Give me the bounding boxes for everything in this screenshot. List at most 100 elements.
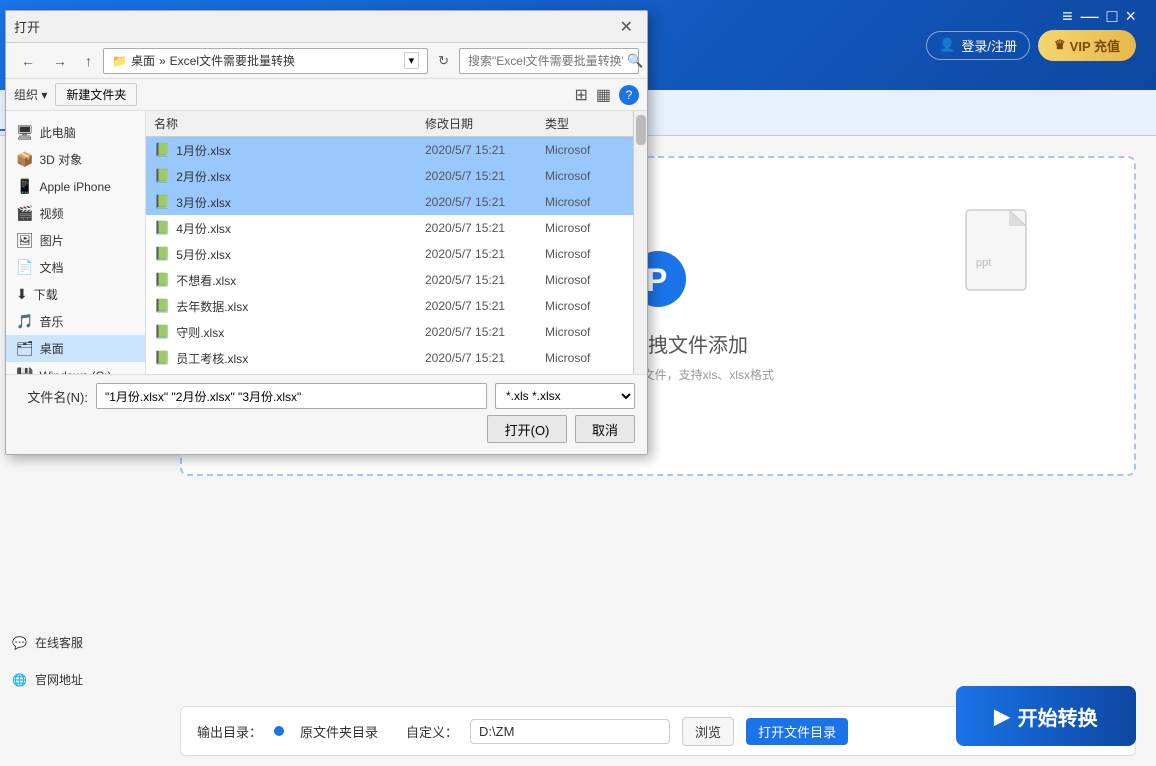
organize-label: 组织 ▾ — [14, 86, 47, 103]
sidebar-item-3d[interactable]: 📦 3D 对象 — [6, 146, 145, 173]
file-item-1[interactable]: 📗 2月份.xlsx 2020/5/7 15:21 Microsof — [146, 163, 633, 189]
video-icon: 🎬 — [16, 205, 33, 222]
path-current: Excel文件需要批量转换 — [170, 52, 295, 69]
start-btn-label: 开始转换 — [1018, 702, 1098, 731]
window-controls: ≡ — □ × — [1062, 6, 1136, 27]
help-button[interactable]: ? — [619, 85, 639, 105]
file-type-cell: Microsof — [545, 325, 625, 339]
file-date-cell: 2020/5/7 15:21 — [425, 299, 545, 313]
dialog-open-button[interactable]: 打开(O) — [487, 415, 567, 443]
menu-icon[interactable]: ≡ — [1062, 6, 1073, 27]
file-item-0[interactable]: 📗 1月份.xlsx 2020/5/7 15:21 Microsof — [146, 137, 633, 163]
file-name-cell: 不想看.xlsx — [176, 272, 425, 289]
file-date-cell: 2020/5/7 15:21 — [425, 195, 545, 209]
start-convert-button[interactable]: ▶ 开始转换 — [956, 686, 1136, 746]
excel-file-icon: 📗 — [154, 142, 170, 158]
new-folder-button[interactable]: 新建文件夹 — [55, 83, 137, 106]
file-item-2[interactable]: 📗 3月份.xlsx 2020/5/7 15:21 Microsof — [146, 189, 633, 215]
scrollbar[interactable] — [633, 111, 647, 374]
search-icon: 🔍 — [627, 53, 643, 69]
dialog-search-bar: 🔍 — [459, 48, 639, 74]
desktop-icon: 🗂 — [16, 340, 34, 357]
file-item-8[interactable]: 📗 员工考核.xlsx 2020/5/7 15:21 Microsof — [146, 345, 633, 371]
file-item-3[interactable]: 📗 4月份.xlsx 2020/5/7 15:21 Microsof — [146, 215, 633, 241]
radio-original-label: 原文件夹目录 — [300, 722, 378, 741]
file-open-dialog: 打开 ✕ ← → ↑ 📁 桌面 » Excel文件需要批量转换 ▾ ↻ 🔍 组织 — [5, 10, 648, 455]
file-name-cell: 守则.xlsx — [176, 324, 425, 341]
radio-original-folder[interactable] — [274, 726, 284, 736]
pc-icon: 🖥 — [16, 124, 34, 141]
maximize-button[interactable]: □ — [1107, 6, 1118, 27]
scroll-thumb — [636, 115, 646, 145]
sidebar-item-pictures[interactable]: 🖼 图片 — [6, 227, 145, 254]
dialog-toolbar: ← → ↑ 📁 桌面 » Excel文件需要批量转换 ▾ ↻ 🔍 — [6, 43, 647, 79]
nav-forward-button[interactable]: → — [46, 49, 74, 73]
svg-text:ppt: ppt — [976, 257, 991, 269]
dialog-button-row: 打开(O) 取消 — [18, 415, 635, 443]
login-button[interactable]: 👤 登录/注册 — [926, 31, 1030, 60]
sidebar-video-label: 视频 — [39, 205, 63, 222]
dialog-close-button[interactable]: ✕ — [614, 15, 639, 39]
file-type-cell: Microsof — [545, 247, 625, 261]
file-date-cell: 2020/5/7 15:21 — [425, 247, 545, 261]
website-label: 官网地址 — [35, 671, 83, 688]
output-label: 输出目录： — [197, 722, 262, 741]
sidebar-item-downloads[interactable]: ⬇ 下载 — [6, 281, 145, 308]
drive-icon: 💾 — [16, 367, 33, 374]
sidebar-item-website[interactable]: 🌐 官网地址 — [0, 663, 175, 696]
dialog-sidebar: 🖥 此电脑 📦 3D 对象 📱 Apple iPhone 🎬 视频 🖼 — [6, 111, 146, 374]
sidebar-documents-label: 文档 — [39, 259, 63, 276]
minimize-button[interactable]: — — [1081, 6, 1099, 27]
3d-icon: 📦 — [16, 151, 33, 168]
documents-icon: 📄 — [16, 259, 33, 276]
sidebar-item-video[interactable]: 🎬 视频 — [6, 200, 145, 227]
file-list: 📗 1月份.xlsx 2020/5/7 15:21 Microsof 📗 2月份… — [146, 137, 633, 374]
ppt-file-placeholder: ppt — [964, 208, 1034, 301]
path-folder-icon: 📁 — [112, 54, 127, 68]
open-folder-button[interactable]: 打开文件目录 — [746, 718, 848, 745]
file-item-7[interactable]: 📗 守则.xlsx 2020/5/7 15:21 Microsof — [146, 319, 633, 345]
dialog-search-input[interactable] — [468, 54, 623, 68]
filetype-select[interactable]: *.xls *.xlsx — [495, 383, 635, 409]
file-item-6[interactable]: 📗 去年数据.xlsx 2020/5/7 15:21 Microsof — [146, 293, 633, 319]
file-type-cell: Microsof — [545, 195, 625, 209]
sidebar-item-apple-iphone[interactable]: 📱 Apple iPhone — [6, 173, 145, 200]
sidebar-item-music[interactable]: 🎵 音乐 — [6, 308, 145, 335]
file-item-5[interactable]: 📗 不想看.xlsx 2020/5/7 15:21 Microsof — [146, 267, 633, 293]
sidebar-item-desktop[interactable]: 🗂 桌面 — [6, 335, 145, 362]
file-name-cell: 去年数据.xlsx — [176, 298, 425, 315]
dialog-cancel-button[interactable]: 取消 — [575, 415, 635, 443]
nav-up-button[interactable]: ↑ — [78, 49, 99, 73]
excel-file-icon: 📗 — [154, 194, 170, 210]
dialog-file-area: 名称 修改日期 类型 📗 1月份.xlsx 2020/5/7 15:21 Mic… — [146, 111, 633, 374]
sidebar-3d-label: 3D 对象 — [39, 151, 82, 168]
filename-input[interactable] — [96, 383, 487, 409]
vip-button[interactable]: ♛ VIP 充值 — [1038, 30, 1136, 61]
view-list-button[interactable]: ▦ — [596, 85, 611, 105]
sidebar-item-this-pc[interactable]: 🖥 此电脑 — [6, 119, 145, 146]
col-type-header: 类型 — [545, 115, 625, 132]
sidebar-item-windows-c[interactable]: 💾 Windows (C:) — [6, 362, 145, 374]
file-item-4[interactable]: 📗 5月份.xlsx 2020/5/7 15:21 Microsof — [146, 241, 633, 267]
refresh-button[interactable]: ↻ — [432, 49, 455, 73]
close-button[interactable]: × — [1125, 6, 1136, 27]
file-type-cell: Microsof — [545, 273, 625, 287]
app-background: ⭐ 特色转换 👤 登录/注册 ♛ VIP 充值 ≡ — □ × 特色转换 ▾ — [0, 0, 1156, 766]
custom-path-input[interactable] — [470, 719, 670, 744]
browse-button[interactable]: 浏览 — [682, 717, 734, 746]
sidebar-music-label: 音乐 — [39, 313, 63, 330]
sidebar-item-documents[interactable]: 📄 文档 — [6, 254, 145, 281]
view-toggle-button[interactable]: ⊞ — [574, 85, 587, 105]
file-type-cell: Microsof — [545, 299, 625, 313]
excel-file-icon: 📗 — [154, 168, 170, 184]
file-type-cell: Microsof — [545, 221, 625, 235]
col-date-header[interactable]: 修改日期 — [425, 115, 545, 132]
path-dropdown-button[interactable]: ▾ — [404, 52, 420, 69]
sidebar-item-customer-service[interactable]: 💬 在线客服 — [0, 626, 175, 659]
file-type-cell: Microsof — [545, 143, 625, 157]
file-name-cell: 5月份.xlsx — [176, 246, 425, 263]
col-name-header[interactable]: 名称 — [154, 115, 425, 132]
excel-file-icon: 📗 — [154, 350, 170, 366]
dialog-body: 🖥 此电脑 📦 3D 对象 📱 Apple iPhone 🎬 视频 🖼 — [6, 111, 647, 374]
nav-back-button[interactable]: ← — [14, 49, 42, 73]
